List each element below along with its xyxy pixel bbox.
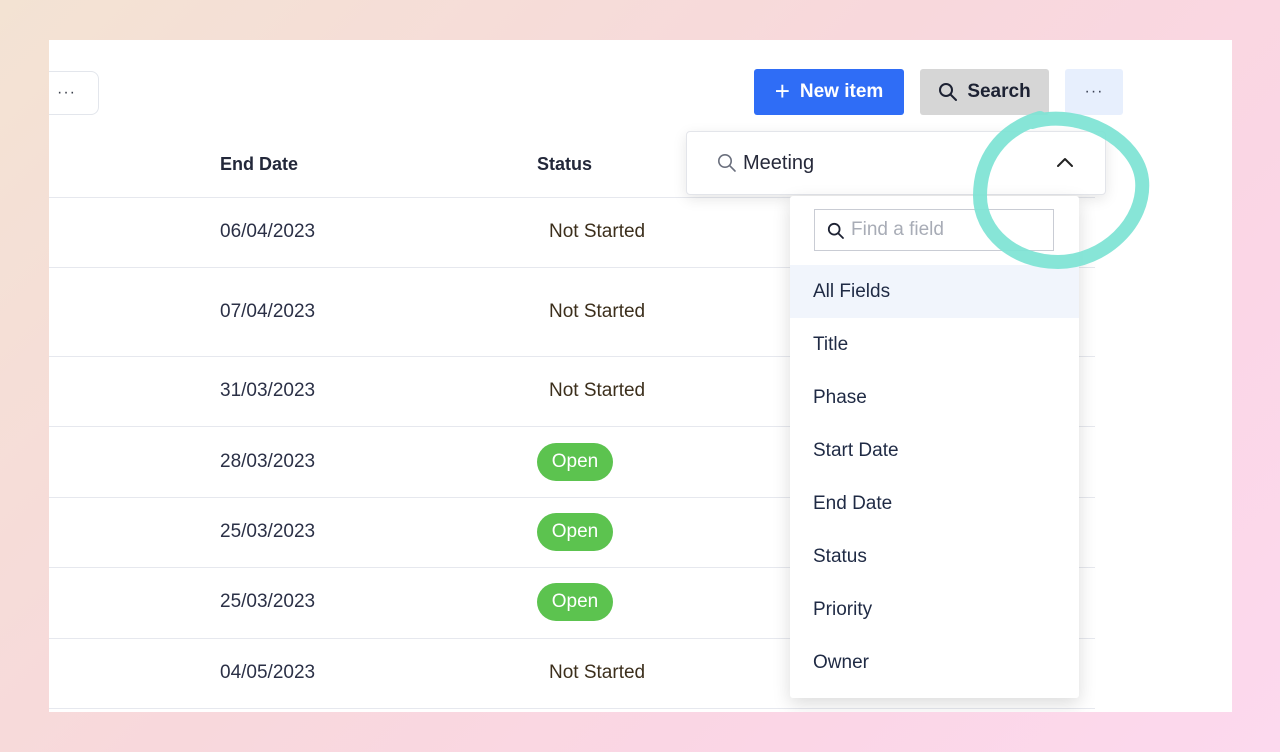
new-item-button[interactable]: + New item [754,69,904,115]
field-option-end-date[interactable]: End Date [790,477,1079,530]
field-option-all-fields[interactable]: All Fields [790,265,1079,318]
status-badge: Open [537,583,613,621]
field-option-owner[interactable]: Owner [790,636,1079,689]
column-header-status[interactable]: Status [537,154,592,175]
end-date-cell: 25/03/2023 [220,591,316,612]
plus-icon: + [774,75,790,106]
end-date-cell: 25/03/2023 [220,521,316,542]
search-icon [939,83,958,101]
status-badge: Open [537,513,613,551]
status-cell: Not Started [549,662,646,683]
row-divider [49,708,1095,709]
field-option-phase[interactable]: Phase [790,371,1079,424]
field-option-title[interactable]: Title [790,318,1079,371]
new-item-label: New item [799,81,884,102]
search-query-box[interactable]: Meeting [686,131,1106,195]
end-date-cell: 06/04/2023 [220,221,316,242]
search-label: Search [967,81,1031,102]
status-cell: Not Started [549,301,646,322]
field-option-priority[interactable]: Priority [790,583,1079,636]
more-options-button-left[interactable]: ··· [49,71,99,115]
search-icon [827,222,844,239]
end-date-cell: 31/03/2023 [220,380,316,401]
field-option-start-date[interactable]: Start Date [790,424,1079,477]
end-date-cell: 04/05/2023 [220,662,316,683]
search-button[interactable]: Search [920,69,1049,115]
field-search-input-wrapper[interactable] [814,209,1054,251]
status-cell: Not Started [549,380,646,401]
column-header-end-date[interactable]: End Date [220,154,298,175]
chevron-up-icon[interactable] [1056,156,1074,168]
status-cell: Not Started [549,221,646,242]
field-search-input[interactable] [851,218,1041,242]
more-options-button[interactable]: ··· [1065,69,1123,115]
ellipsis-icon: ··· [57,84,76,101]
ellipsis-icon: ··· [1084,83,1104,100]
field-selector-menu: All Fields Title Phase Start Date End Da… [790,196,1079,698]
end-date-cell: 07/04/2023 [220,301,316,322]
search-query-text[interactable]: Meeting [743,152,814,175]
search-icon [718,154,736,172]
field-option-status[interactable]: Status [790,530,1079,583]
content-panel: ··· + New item Search ··· End Date Statu… [49,40,1232,712]
end-date-cell: 28/03/2023 [220,451,316,472]
status-badge: Open [537,443,613,481]
